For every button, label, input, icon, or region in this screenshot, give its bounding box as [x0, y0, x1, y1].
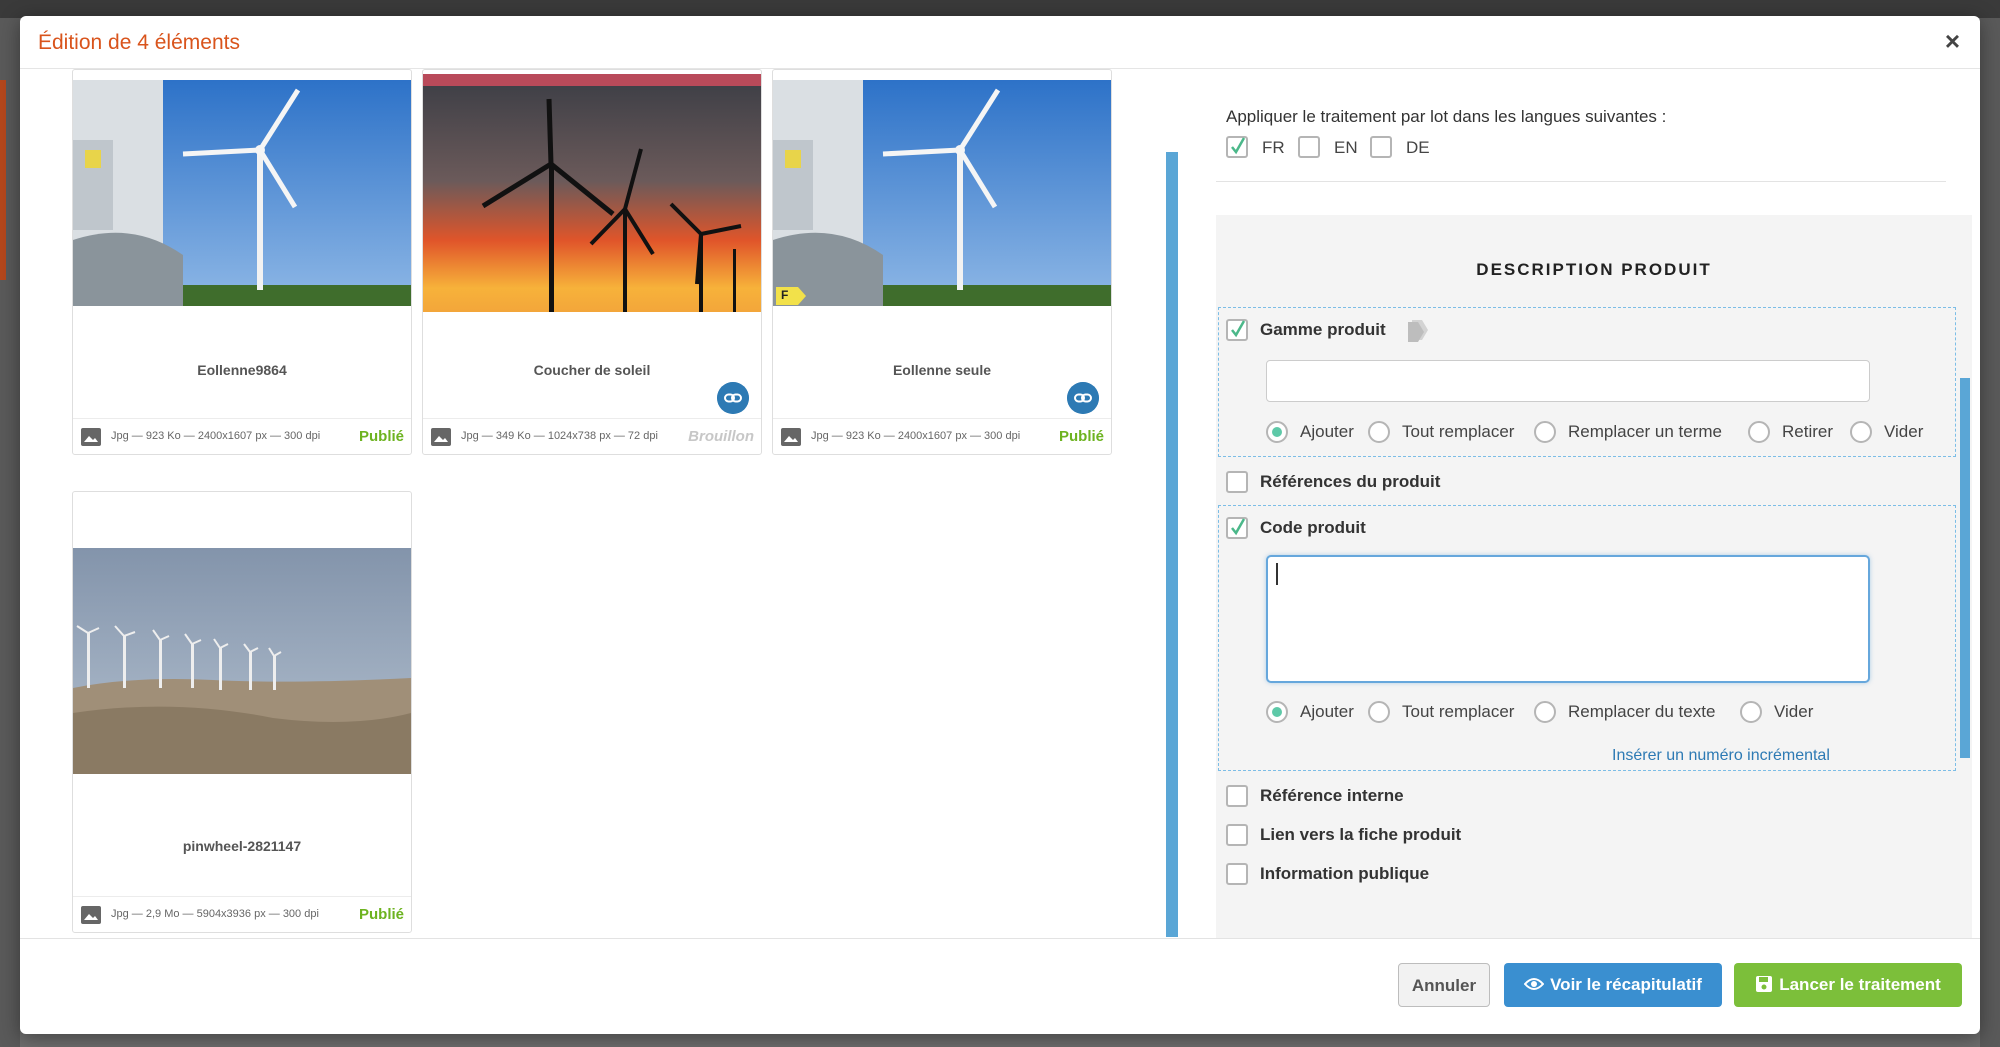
media-footer: Jpg — 2,9 Mo — 5904x3936 px — 300 dpi Pu…	[73, 896, 411, 933]
lang-label-de: DE	[1406, 138, 1430, 157]
media-name: Coucher de soleil	[533, 362, 651, 378]
save-icon	[1756, 975, 1773, 992]
tags-icon	[1408, 320, 1428, 342]
lang-checkbox-de[interactable]	[1370, 136, 1392, 158]
code-label: Code produit	[1260, 518, 1366, 537]
gamme-label: Gamme produit	[1260, 320, 1386, 339]
media-meta: Jpg — 349 Ko — 1024x738 px — 72 dpi	[461, 430, 658, 442]
code-radio-vider[interactable]	[1740, 701, 1762, 723]
sunset-thumbnail	[423, 74, 761, 312]
batch-edit-modal: Édition de 4 éléments × Eollenne9864 Jpg…	[20, 16, 1980, 1034]
media-meta: Jpg — 923 Ko — 2400x1607 px — 300 dpi	[111, 430, 321, 442]
close-icon[interactable]: ×	[1945, 28, 1960, 54]
media-card[interactable]: pinwheel-2821147 Jpg — 2,9 Mo — 5904x393…	[72, 491, 412, 933]
gamme-radio-label: Remplacer un terme	[1568, 422, 1723, 441]
gamme-radio-label: Tout remplacer	[1402, 422, 1515, 441]
code-checkbox[interactable]	[1226, 517, 1248, 539]
lang-label-fr: FR	[1262, 138, 1285, 157]
section-title: DESCRIPTION PRODUIT	[1476, 260, 1712, 279]
code-radio-ajouter[interactable]	[1266, 701, 1288, 723]
gamme-input[interactable]	[1266, 360, 1870, 402]
gamme-radio-label: Retirer	[1782, 422, 1834, 441]
media-card[interactable]: F Eollenne seule Jpg — 923 Ko — 2400x160…	[772, 69, 1112, 455]
divider	[1216, 181, 1946, 182]
code-radio-label: Remplacer du texte	[1568, 702, 1716, 721]
code-radio-remplacer-texte[interactable]	[1534, 701, 1556, 723]
lang-checkbox-fr[interactable]	[1226, 136, 1248, 158]
wind-turbine-thumbnail	[773, 80, 1111, 306]
image-icon	[781, 428, 801, 446]
code-textarea[interactable]	[1266, 555, 1870, 683]
media-card[interactable]: Coucher de soleil Jpg — 349 Ko — 1024x73…	[422, 69, 762, 455]
link-icon[interactable]	[717, 382, 749, 414]
wind-turbine-thumbnail	[73, 80, 411, 306]
view-summary-button[interactable]: Voir le récapitulatif	[1504, 963, 1722, 1007]
link-icon[interactable]	[1067, 382, 1099, 414]
check-icon	[1231, 518, 1246, 536]
product-description-section: DESCRIPTION PRODUIT Gamme produit Ajoute…	[1216, 215, 1972, 939]
media-footer: Jpg — 923 Ko — 2400x1607 px — 300 dpi Pu…	[73, 418, 411, 455]
status-badge: Brouillon	[688, 428, 754, 445]
code-radio-tout-remplacer[interactable]	[1368, 701, 1390, 723]
media-card[interactable]: Eollenne9864 Jpg — 923 Ko — 2400x1607 px…	[72, 69, 412, 455]
code-radio-label: Tout remplacer	[1402, 702, 1515, 721]
cancel-button[interactable]: Annuler	[1398, 963, 1490, 1007]
references-label: Références du produit	[1260, 472, 1441, 491]
app-accent-backdrop	[0, 80, 6, 280]
media-footer: Jpg — 923 Ko — 2400x1607 px — 300 dpi Pu…	[773, 418, 1111, 455]
modal-title: Édition de 4 éléments	[38, 31, 240, 54]
gallery-scrollbar[interactable]	[1166, 152, 1178, 937]
media-gallery: Eollenne9864 Jpg — 923 Ko — 2400x1607 px…	[20, 69, 1170, 939]
lien-fiche-label: Lien vers la fiche produit	[1260, 825, 1462, 844]
references-checkbox[interactable]	[1226, 471, 1248, 493]
status-badge: Publié	[358, 428, 404, 445]
lang-label-en: EN	[1334, 138, 1358, 157]
pinwheel-thumbnail	[73, 548, 411, 774]
information-publique-label: Information publique	[1260, 864, 1430, 883]
run-batch-label: Lancer le traitement	[1779, 975, 1941, 994]
gamme-radio-retirer[interactable]	[1748, 421, 1770, 443]
run-batch-button[interactable]: Lancer le traitement	[1734, 963, 1962, 1007]
flag-badge: F	[776, 287, 806, 305]
text-cursor	[1276, 563, 1278, 585]
gamme-radio-label: Vider	[1884, 422, 1924, 441]
media-meta: Jpg — 2,9 Mo — 5904x3936 px — 300 dpi	[111, 908, 319, 920]
image-icon	[81, 906, 101, 924]
status-badge: Publié	[358, 906, 404, 923]
gamme-radio-remplacer-terme[interactable]	[1534, 421, 1556, 443]
media-meta: Jpg — 923 Ko — 2400x1607 px — 300 dpi	[811, 430, 1021, 442]
languages-label: Appliquer le traitement par lot dans les…	[1226, 107, 1667, 126]
information-publique-checkbox[interactable]	[1226, 863, 1248, 885]
media-name: Eollenne seule	[892, 362, 992, 378]
gamme-radio-tout-remplacer[interactable]	[1368, 421, 1390, 443]
image-icon	[81, 428, 101, 446]
insert-incremental-number-link[interactable]: Insérer un numéro incrémental	[1612, 747, 1830, 765]
flag-letter: F	[781, 288, 789, 302]
batch-settings-panel: Appliquer le traitement par lot dans les…	[1190, 69, 1980, 939]
gamme-radio-ajouter[interactable]	[1266, 421, 1288, 443]
lang-checkbox-en[interactable]	[1298, 136, 1320, 158]
modal-header: Édition de 4 éléments ×	[20, 16, 1980, 69]
modal-footer: Annuler Voir le récapitulatif Lancer le …	[20, 938, 1980, 1034]
lien-fiche-checkbox[interactable]	[1226, 824, 1248, 846]
check-icon	[1231, 320, 1246, 338]
gamme-radio-vider[interactable]	[1850, 421, 1872, 443]
check-icon	[1231, 137, 1246, 155]
reference-interne-label: Référence interne	[1260, 786, 1404, 805]
settings-scrollbar[interactable]	[1960, 378, 1970, 758]
media-name: pinwheel-2821147	[182, 838, 302, 854]
gamme-radio-label: Ajouter	[1300, 422, 1354, 441]
media-name: Eollenne9864	[197, 362, 287, 378]
gamme-checkbox[interactable]	[1226, 319, 1248, 341]
media-footer: Jpg — 349 Ko — 1024x738 px — 72 dpi Brou…	[423, 418, 761, 455]
image-icon	[431, 428, 451, 446]
app-right-backdrop	[1980, 18, 2000, 1047]
view-summary-label: Voir le récapitulatif	[1550, 975, 1702, 994]
status-badge: Publié	[1058, 428, 1104, 445]
code-radio-label: Ajouter	[1300, 702, 1354, 721]
eye-icon	[1523, 977, 1545, 990]
code-radio-label: Vider	[1774, 702, 1814, 721]
reference-interne-checkbox[interactable]	[1226, 785, 1248, 807]
